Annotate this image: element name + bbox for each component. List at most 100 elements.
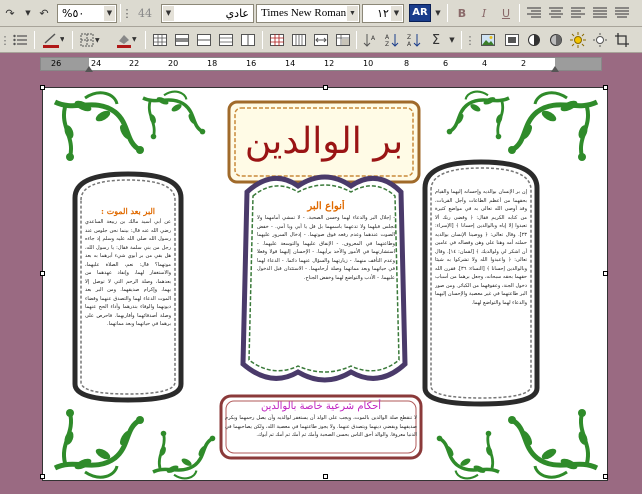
- merge-cells-icon[interactable]: [216, 30, 236, 50]
- left-indent-marker[interactable]: [85, 66, 93, 72]
- bottom-panel-body: لا تنقطع صلة الوالدين بالموت، ويجب على ا…: [225, 415, 417, 438]
- toolbar-handle-icon[interactable]: ⋮: [122, 3, 133, 23]
- align-center-icon[interactable]: [546, 3, 566, 23]
- selection-handle[interactable]: [40, 474, 45, 479]
- table-grid-icon[interactable]: [194, 30, 214, 50]
- selection-handle[interactable]: [603, 85, 608, 90]
- document-page[interactable]: بر الوالدين البر بعد الموت : عن أبي أسيد…: [40, 85, 608, 481]
- middle-panel-heading: أنواع البر: [307, 201, 345, 212]
- ruler-label: 16: [246, 59, 257, 68]
- selection-handle[interactable]: [40, 85, 45, 90]
- left-panel[interactable]: البر بعد الموت : عن أبي أسيد مالك بن ربي…: [85, 204, 171, 388]
- ruler-label: 2: [521, 59, 527, 68]
- toolbar-separator: [356, 31, 357, 49]
- more-contrast-icon[interactable]: [524, 30, 544, 50]
- align-right-icon[interactable]: [524, 3, 544, 23]
- ruler-label: 18: [207, 59, 218, 68]
- bottom-panel-heading: أحكام شرعية خاصة بالوالدين: [260, 401, 382, 412]
- title-frame[interactable]: بر الوالدين: [229, 102, 419, 182]
- more-brightness-icon[interactable]: [568, 30, 588, 50]
- borders-icon[interactable]: ▼: [78, 30, 104, 50]
- undo-icon[interactable]: ↶: [34, 3, 54, 23]
- middle-panel-body: - إجلال البر والدعاء لهما وحسن الصحبة. -…: [257, 215, 395, 281]
- align-left-icon[interactable]: [568, 3, 588, 23]
- toolbar-separator: [461, 31, 462, 49]
- chevron-down-icon: ▼: [391, 6, 402, 21]
- table-insert-icon[interactable]: [150, 30, 170, 50]
- left-panel-body: عن أبي أسيد مالك بن ربيعة الساعدي رضي ال…: [85, 219, 171, 327]
- toolbar-separator: [72, 31, 73, 49]
- ruler-label: 26: [51, 59, 62, 68]
- chevron-down-icon[interactable]: ▼: [433, 3, 443, 23]
- autofit-icon[interactable]: [311, 30, 331, 50]
- font-size-combo[interactable]: ١٢ ▼: [362, 4, 404, 23]
- selection-handle[interactable]: [40, 271, 45, 276]
- less-brightness-icon[interactable]: [590, 30, 610, 50]
- redo-dropdown-icon[interactable]: ▼: [22, 3, 34, 23]
- language-button[interactable]: AR: [409, 4, 431, 22]
- selection-handle[interactable]: [603, 474, 608, 479]
- page-title: بر الوالدين: [244, 121, 404, 162]
- less-contrast-icon[interactable]: [546, 30, 566, 50]
- chevron-down-icon: ▼: [163, 6, 174, 21]
- horizontal-ruler[interactable]: 26 24 22 20 18 16 14 12 10 8 6 4 2: [40, 57, 602, 72]
- insert-picture-icon[interactable]: [478, 30, 498, 50]
- ruler-label: 20: [168, 59, 179, 68]
- chevron-down-icon: ▼: [347, 6, 358, 21]
- table-row-icon[interactable]: [172, 30, 192, 50]
- svg-text:Z: Z: [385, 41, 389, 47]
- ruler-label: 8: [404, 59, 410, 68]
- svg-text:Z: Z: [407, 34, 411, 41]
- toolbar-handle-icon[interactable]: ⋮: [465, 30, 476, 50]
- drawing-toolbar: ⋮ ▼ ▼ ▼ A AZ ZA Σ ▼ ⋮: [0, 27, 642, 53]
- styles-pane-icon[interactable]: 44: [135, 3, 155, 23]
- font-color-icon[interactable]: ▼: [40, 30, 66, 50]
- image-mode-icon[interactable]: [502, 30, 522, 50]
- ruler-label: 14: [285, 59, 296, 68]
- ruler-label: 10: [363, 59, 374, 68]
- toolbar-separator: [262, 31, 263, 49]
- font-combo[interactable]: Times New Roman ▼: [256, 4, 360, 23]
- selection-handle[interactable]: [323, 474, 328, 479]
- style-combo[interactable]: ▼ عادي: [161, 4, 254, 23]
- svg-text:A: A: [371, 35, 376, 42]
- toolbar-handle-icon[interactable]: ⋮: [0, 30, 11, 50]
- ruler-margin-left: [41, 58, 89, 70]
- zoom-value: %٥٠: [62, 7, 85, 20]
- underline-icon[interactable]: U: [496, 3, 516, 23]
- svg-text:A: A: [407, 41, 412, 47]
- list-icon[interactable]: [10, 30, 30, 50]
- italic-icon[interactable]: I: [474, 3, 494, 23]
- distribute-icon[interactable]: [612, 3, 632, 23]
- toolbar-separator: [519, 4, 520, 22]
- crop-icon[interactable]: [612, 30, 632, 50]
- justify-icon[interactable]: [590, 3, 610, 23]
- selection-handle[interactable]: [323, 85, 328, 90]
- table-properties-icon[interactable]: [333, 30, 353, 50]
- distribute-columns-icon[interactable]: [289, 30, 309, 50]
- split-cells-icon[interactable]: [238, 30, 258, 50]
- zoom-combo[interactable]: %٥٠ ▼: [57, 4, 117, 23]
- ruler-label: 12: [324, 59, 335, 68]
- ruler-label: 22: [129, 59, 140, 68]
- bold-icon[interactable]: B: [452, 3, 472, 23]
- font-value: Times New Roman: [261, 7, 347, 19]
- right-indent-marker[interactable]: [551, 66, 559, 72]
- shading-icon[interactable]: ▼: [114, 30, 140, 50]
- font-size-value: ١٢: [377, 7, 389, 20]
- autosum-icon[interactable]: Σ: [426, 30, 446, 50]
- right-panel-body: إن بر الإنسان بوالديه وإحسانه إليهما وال…: [435, 189, 527, 306]
- text-direction-icon[interactable]: A: [360, 30, 380, 50]
- style-value: عادي: [225, 7, 249, 20]
- svg-text:▼: ▼: [60, 36, 64, 43]
- selection-handle[interactable]: [603, 271, 608, 276]
- chevron-down-icon[interactable]: ▼: [447, 30, 457, 50]
- right-panel[interactable]: إن بر الإنسان بوالديه وإحسانه إليهما وال…: [435, 188, 527, 388]
- sort-ascending-icon[interactable]: AZ: [382, 30, 402, 50]
- distribute-rows-icon[interactable]: [267, 30, 287, 50]
- formatting-toolbar: ↷ ▼ ↶ %٥٠ ▼ ⋮ 44 ▼ عادي Times New Roman …: [0, 0, 642, 27]
- redo-icon[interactable]: ↷: [0, 3, 20, 23]
- ruler-margin-right: [555, 58, 601, 70]
- middle-panel[interactable]: أنواع البر - إجلال البر والدعاء لهما وحس…: [257, 200, 395, 360]
- sort-descending-icon[interactable]: ZA: [404, 30, 424, 50]
